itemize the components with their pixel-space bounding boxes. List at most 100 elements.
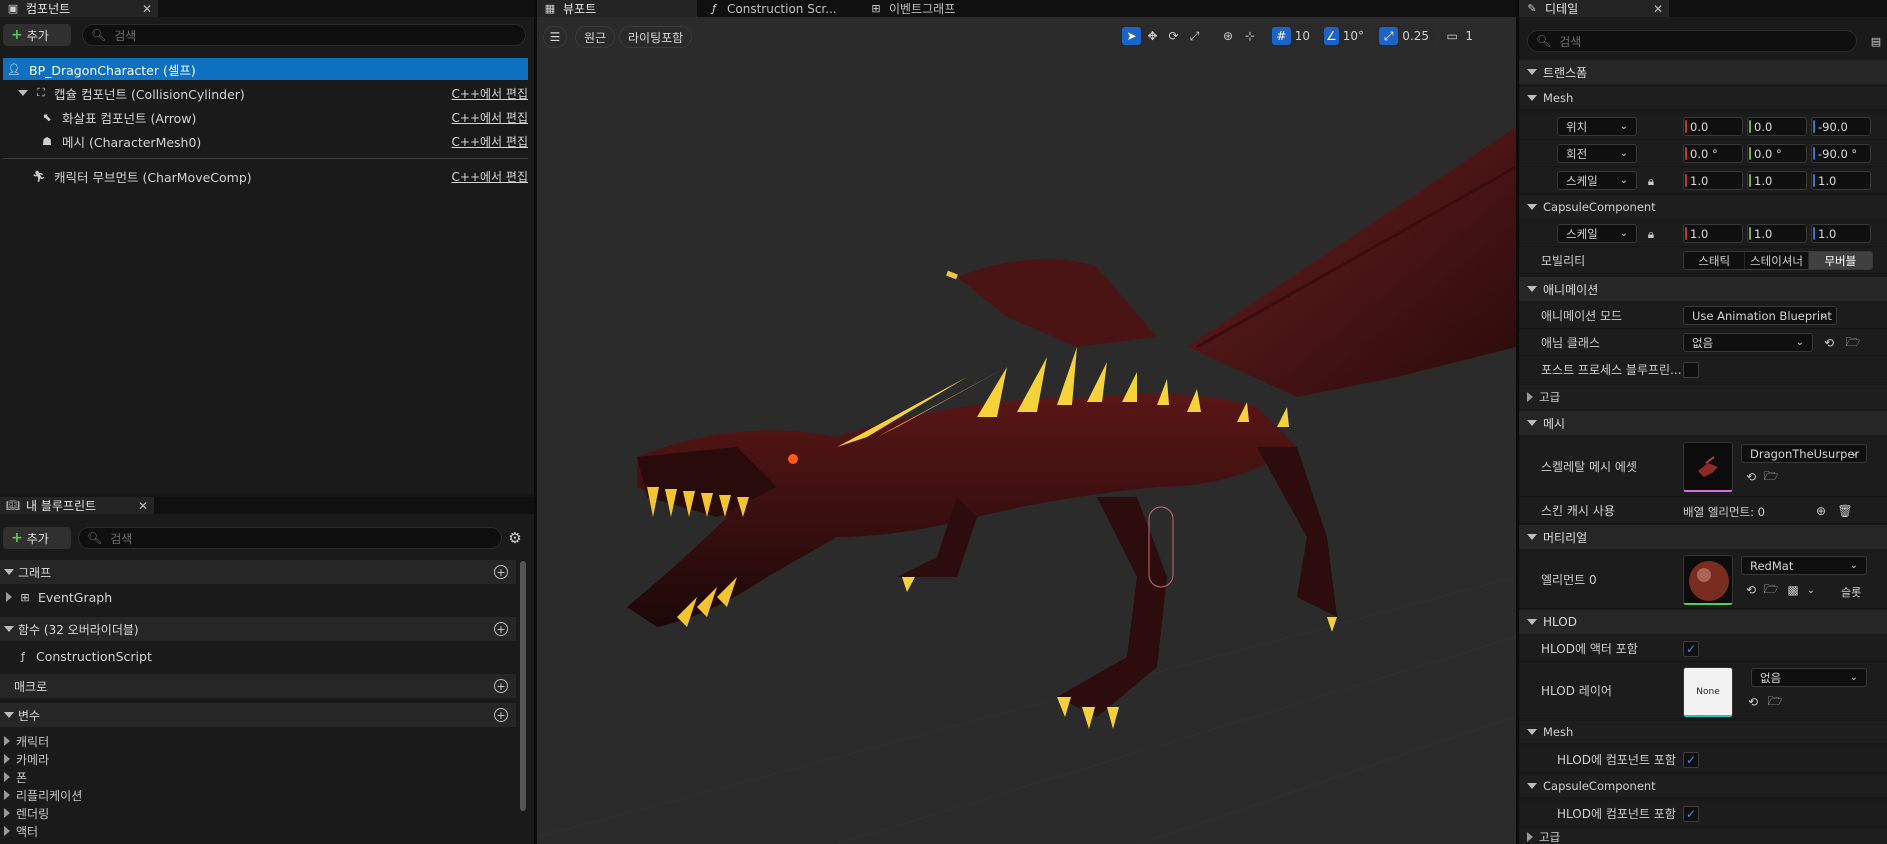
edit-in-cpp-link[interactable]: C++에서 편집 <box>452 109 528 126</box>
checker-texture-icon[interactable]: ▩ <box>1785 582 1801 598</box>
tab-event-graph[interactable]: ⊞ 이벤트그래프 <box>863 0 1023 17</box>
transform-section-header[interactable]: 트랜스폼 <box>1519 60 1887 84</box>
add-graph-icon[interactable]: + <box>494 565 508 579</box>
close-icon[interactable]: ✕ <box>138 499 148 513</box>
location-dropdown[interactable]: 위치 ⌄ <box>1557 117 1637 136</box>
mobility-static-option[interactable]: 스태틱 <box>1684 252 1746 269</box>
material-dropdown[interactable]: RedMat ⌄ <box>1741 556 1867 575</box>
variable-category-item[interactable]: 폰 <box>0 769 27 785</box>
scale-y-field[interactable]: 1.0 <box>1747 171 1807 190</box>
hlod-include-actor-checkbox[interactable]: ✓ <box>1683 641 1699 657</box>
trash-icon[interactable]: 🗑︎ <box>1837 503 1853 519</box>
hlod-capsule-include-checkbox[interactable]: ✓ <box>1683 806 1699 822</box>
expand-arrow-icon[interactable] <box>4 754 10 764</box>
animation-section-header[interactable]: 애니메이션 <box>1519 277 1887 301</box>
chevron-down-icon[interactable]: ⌄ <box>1803 582 1819 598</box>
use-selected-icon[interactable]: ⟲ <box>1743 582 1759 598</box>
browse-icon[interactable]: 🗁 <box>1763 582 1779 598</box>
rotation-y-field[interactable]: 0.0 ° <box>1747 144 1807 163</box>
variable-category-item[interactable]: 리플리케이션 <box>0 787 82 803</box>
skeletal-mesh-dropdown[interactable]: DragonTheUsurper ⌄ <box>1741 444 1867 463</box>
add-macro-icon[interactable]: + <box>494 679 508 693</box>
capsule-subsection-header[interactable]: CapsuleComponent <box>1519 196 1887 218</box>
expand-arrow-icon[interactable] <box>6 592 12 602</box>
scale-snap-group[interactable]: ⤢ 0.25 <box>1375 25 1435 47</box>
mesh-subsection-header[interactable]: Mesh <box>1519 87 1887 109</box>
use-selected-icon[interactable]: ⟲ <box>1743 469 1759 485</box>
variable-category-item[interactable]: 카메라 <box>0 751 49 767</box>
expand-arrow-icon[interactable] <box>4 790 10 800</box>
expand-arrow-icon[interactable] <box>1527 832 1533 842</box>
expand-arrow-icon[interactable] <box>1527 420 1537 426</box>
graph-section-header[interactable]: 그래프 + <box>0 560 516 584</box>
capsule-scale-z-field[interactable]: 1.0 <box>1811 224 1871 243</box>
expand-arrow-icon[interactable] <box>1527 392 1533 402</box>
grid-snap-icon[interactable]: # <box>1272 27 1291 45</box>
lock-icon[interactable]: 🔒︎ <box>1643 226 1659 242</box>
close-icon[interactable]: ✕ <box>142 2 152 16</box>
world-space-icon[interactable]: ⊛ <box>1218 27 1238 45</box>
anim-mode-dropdown[interactable]: Use Animation Blueprint ⌄ <box>1683 306 1837 325</box>
lock-icon[interactable]: 🔒︎ <box>1643 173 1659 189</box>
rotation-z-field[interactable]: -90.0 ° <box>1811 144 1871 163</box>
camera-speed-group[interactable]: ▭ 1 <box>1439 25 1479 47</box>
expand-arrow-icon[interactable] <box>1527 69 1537 75</box>
component-item-arrow[interactable]: ⬉ 화살표 컴포넌트 (Arrow) C++에서 편집 <box>0 106 528 128</box>
mobility-movable-option[interactable]: 무버블 <box>1808 252 1872 269</box>
details-search-input[interactable]: 🔍︎ 검색 <box>1527 30 1857 52</box>
component-item-movement[interactable]: 🏃︎ 캐릭터 무브먼트 (CharMoveComp) C++에서 편집 <box>0 165 528 187</box>
scale-z-field[interactable]: 1.0 <box>1811 171 1871 190</box>
expand-arrow-icon[interactable] <box>4 569 14 575</box>
mesh-section-header[interactable]: 메시 <box>1519 411 1887 435</box>
anim-class-dropdown[interactable]: 없음 ⌄ <box>1683 333 1813 352</box>
hlod-layer-thumbnail[interactable]: None <box>1683 667 1733 717</box>
expand-arrow-icon[interactable] <box>1527 729 1537 735</box>
rotation-snap-icon[interactable]: ∠ <box>1324 27 1339 45</box>
functions-section-header[interactable]: 함수 (32 오버라이더블) + <box>0 617 516 641</box>
post-process-checkbox[interactable] <box>1683 362 1699 378</box>
variables-section-header[interactable]: 변수 + <box>0 703 516 727</box>
components-search-input[interactable]: 🔍︎ 검색 <box>82 24 526 46</box>
variable-category-item[interactable]: 캐릭터 <box>0 733 49 749</box>
use-selected-icon[interactable]: ⟲ <box>1821 335 1837 351</box>
capsule-scale-y-field[interactable]: 1.0 <box>1747 224 1807 243</box>
hlod-layer-dropdown[interactable]: 없음 ⌄ <box>1751 668 1867 687</box>
components-tab[interactable]: ▣ 컴포넌트 ✕ <box>0 0 158 17</box>
event-graph-item[interactable]: ⊞ EventGraph <box>0 587 112 607</box>
rotate-tool-icon[interactable]: ⟳ <box>1164 27 1183 45</box>
my-blueprint-search-input[interactable]: 🔍︎ 검색 <box>78 527 502 549</box>
hlod-mesh-include-checkbox[interactable]: ✓ <box>1683 752 1699 768</box>
table-view-icon[interactable]: ▤ <box>1869 34 1883 48</box>
location-z-field[interactable]: -90.0 <box>1811 117 1871 136</box>
add-variable-icon[interactable]: + <box>494 708 508 722</box>
lighting-button[interactable]: 라이팅포함 <box>619 26 693 48</box>
translate-tool-icon[interactable]: ✥ <box>1143 27 1162 45</box>
expand-arrow-icon[interactable] <box>1527 286 1537 292</box>
scale-snap-icon[interactable]: ⤢ <box>1379 27 1399 45</box>
expand-arrow-icon[interactable] <box>4 826 10 836</box>
rotation-snap-group[interactable]: ∠ 10° <box>1320 25 1370 47</box>
browse-icon[interactable]: 🗁 <box>1767 694 1783 710</box>
use-selected-icon[interactable]: ⟲ <box>1745 694 1761 710</box>
hlod-advanced-row[interactable]: 고급 <box>1519 829 1887 844</box>
expand-arrow-icon[interactable] <box>1527 783 1537 789</box>
expand-arrow-icon[interactable] <box>4 712 14 718</box>
animation-advanced-row[interactable]: 고급 <box>1519 385 1887 409</box>
components-add-button[interactable]: + 추가 <box>3 24 71 46</box>
expand-arrow-icon[interactable] <box>1527 619 1537 625</box>
skeletal-mesh-thumbnail[interactable] <box>1683 442 1733 492</box>
construction-script-item[interactable]: ƒ ConstructionScript <box>0 646 152 666</box>
mobility-stationary-option[interactable]: 스테이셔너 <box>1745 252 1809 269</box>
variable-category-item[interactable]: 액터 <box>0 823 38 839</box>
location-y-field[interactable]: 0.0 <box>1747 117 1807 136</box>
scale-tool-icon[interactable]: ⤢ <box>1185 27 1204 45</box>
expand-arrow-icon[interactable] <box>4 626 14 632</box>
my-blueprint-add-button[interactable]: + 추가 <box>3 527 71 549</box>
hlod-mesh-subsection-header[interactable]: Mesh <box>1519 721 1887 743</box>
edit-in-cpp-link[interactable]: C++에서 편집 <box>452 133 528 150</box>
component-root-item[interactable]: 👤︎ BP_DragonCharacter (셀프) <box>3 58 528 80</box>
my-blueprint-scrollbar[interactable] <box>520 561 526 811</box>
hlod-capsule-subsection-header[interactable]: CapsuleComponent <box>1519 775 1887 797</box>
details-tab[interactable]: ✎ 디테일 ✕ <box>1519 0 1669 17</box>
browse-icon[interactable]: 🗁 <box>1763 469 1779 485</box>
